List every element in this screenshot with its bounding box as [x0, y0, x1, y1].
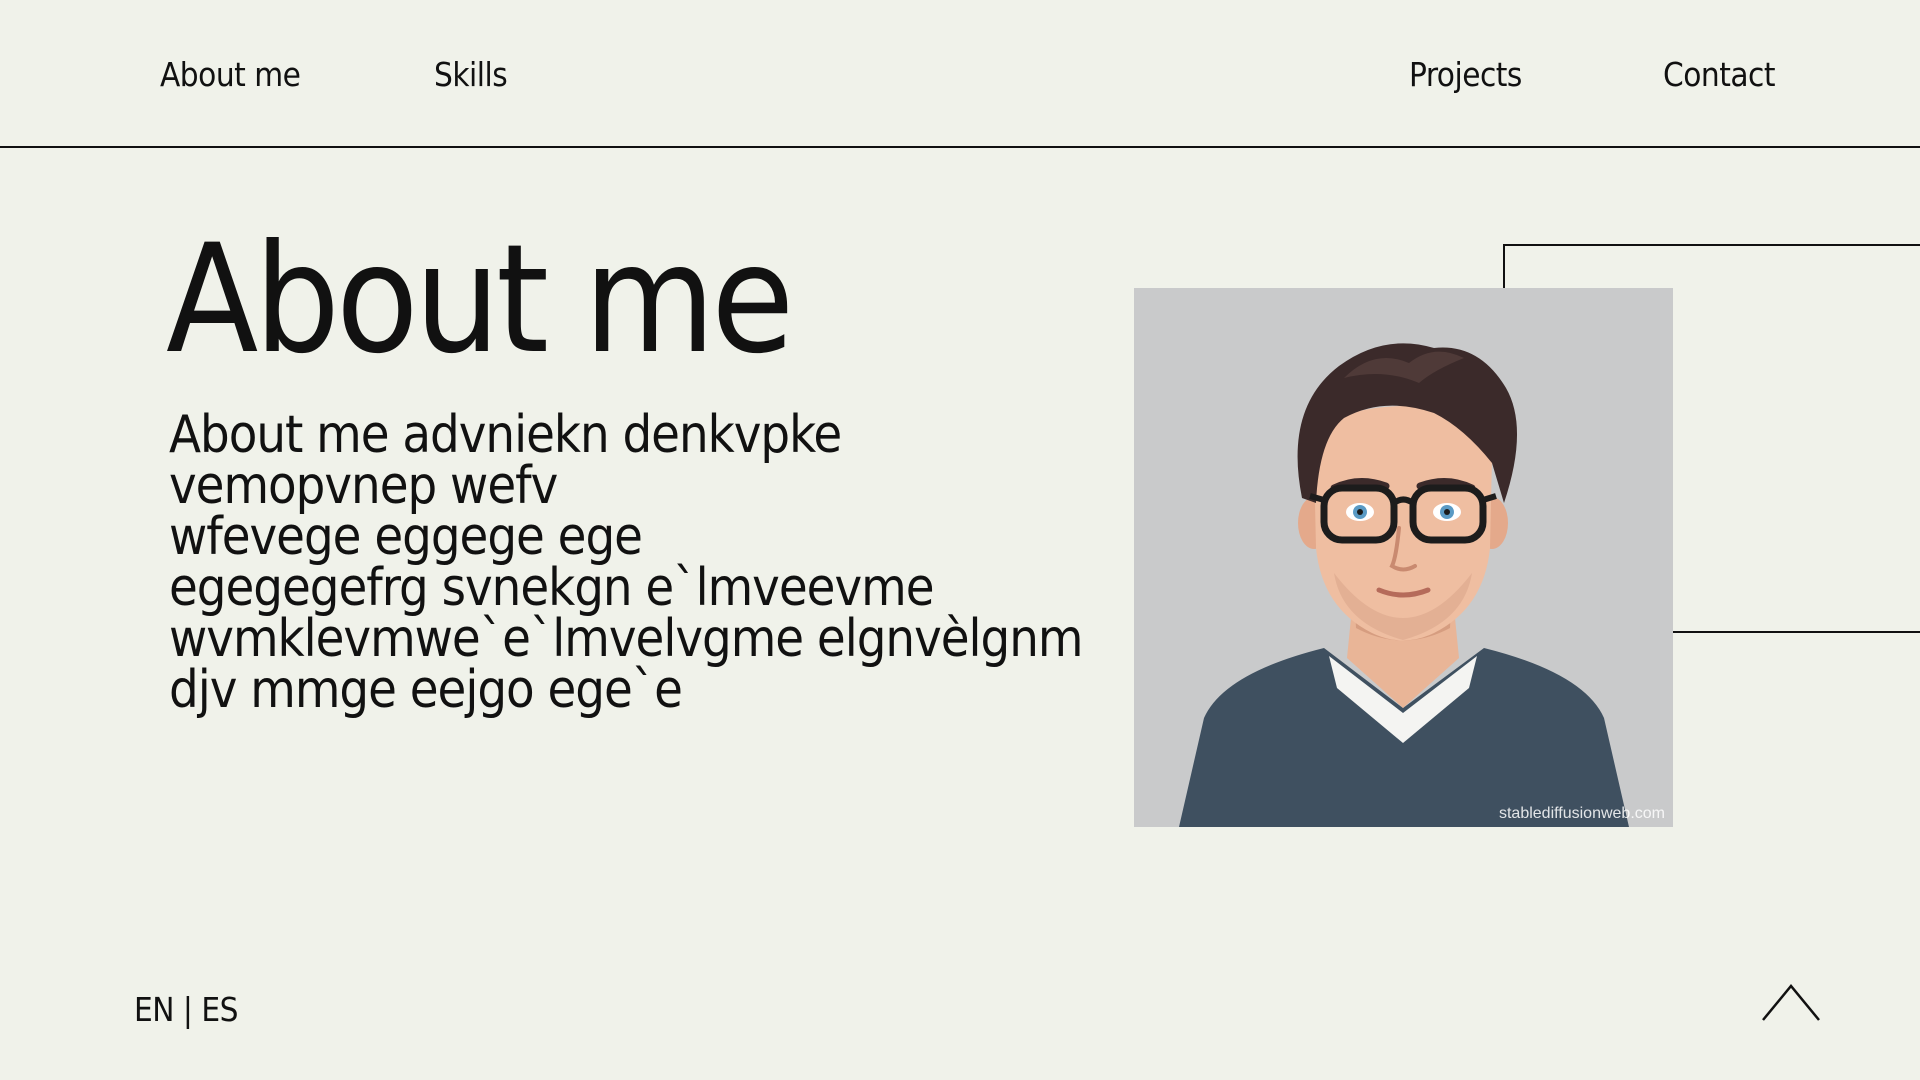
- nav-link-about[interactable]: About me: [160, 55, 301, 94]
- bio-line: egegegefrg svnekgn e`lmveevme: [169, 558, 934, 618]
- bio-line: djv mmge eejgo ege`e: [169, 660, 683, 720]
- page: About me Skills Projects Contact About m…: [0, 0, 1920, 1080]
- bio-line: wvmklevmwe`e`lmvelvgme elgnvèlgnm: [169, 609, 1084, 669]
- nav-link-skills[interactable]: Skills: [434, 55, 508, 94]
- nav-link-contact[interactable]: Contact: [1663, 55, 1776, 94]
- bio-line: wfevege eggege ege: [169, 507, 643, 567]
- portrait-image: stablediffusionweb.com: [1134, 288, 1673, 827]
- language-option-en[interactable]: EN: [134, 990, 174, 1029]
- top-navigation: About me Skills Projects Contact: [0, 0, 1920, 148]
- language-option-es[interactable]: ES: [201, 990, 238, 1029]
- page-title: About me: [166, 213, 794, 387]
- nav-link-projects[interactable]: Projects: [1409, 55, 1522, 94]
- bio-line: vemopvnep wefv: [169, 456, 558, 516]
- scroll-to-top-button[interactable]: [1760, 980, 1822, 1026]
- language-switcher: EN | ES: [134, 990, 238, 1029]
- image-watermark: stablediffusionweb.com: [1498, 805, 1665, 822]
- language-separator: |: [182, 990, 193, 1029]
- avatar-illustration: [1179, 343, 1629, 827]
- chevron-up-icon: [1762, 984, 1820, 1021]
- bio-line: About me advniekn denkvpke: [169, 405, 842, 465]
- bio-paragraph: About me advniekn denkvpke vemopvnep wef…: [169, 405, 1084, 720]
